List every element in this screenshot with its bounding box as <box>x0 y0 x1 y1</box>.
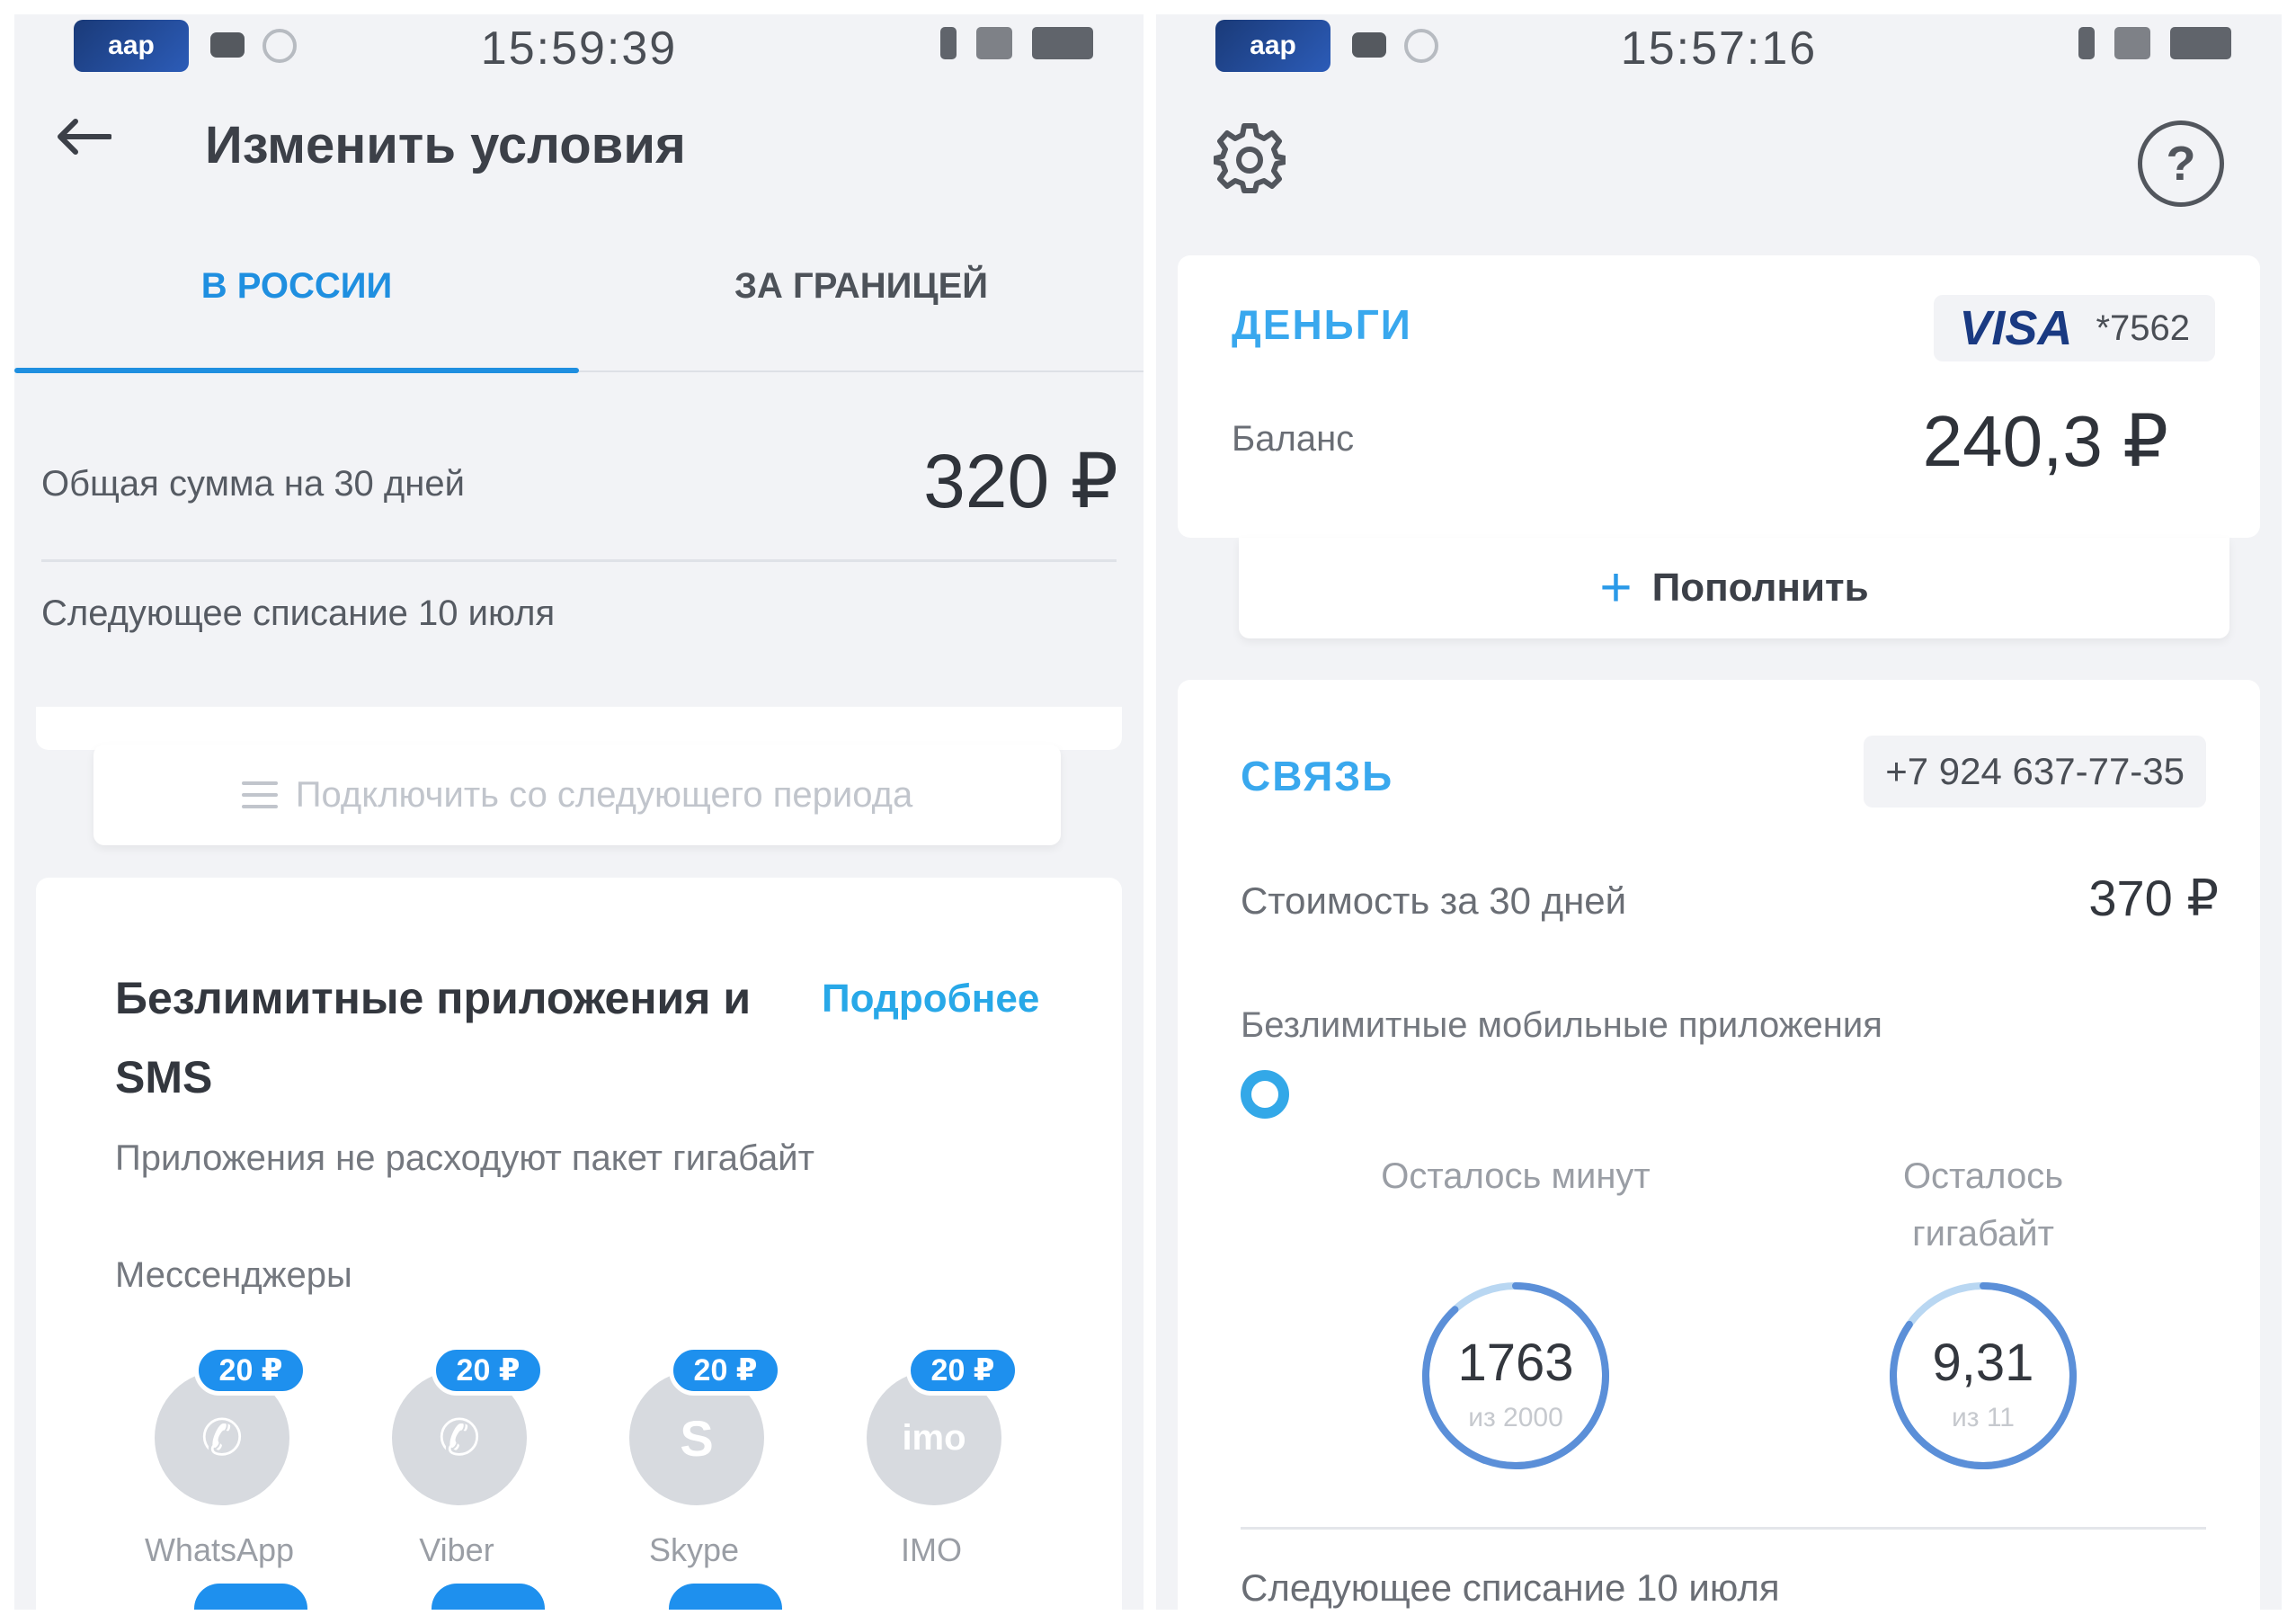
apps-card-title: Безлимитные приложения и SMS <box>115 973 752 1102</box>
battery-icon <box>2170 27 2231 59</box>
battery-icon <box>1032 27 1093 59</box>
app-whatsapp[interactable]: ✆ 20 ₽ WhatsApp <box>129 1327 307 1568</box>
payment-card-chip[interactable]: VISA *7562 <box>1934 295 2215 361</box>
next-charge-text: Следующее списание 10 июля <box>1241 1566 1780 1609</box>
price-badge: 20 ₽ <box>432 1345 545 1396</box>
status-bar: aap 15:59:39 <box>14 14 1144 79</box>
tab-abroad[interactable]: ЗА ГРАНИЦЕЙ <box>579 266 1144 307</box>
money-card: ДЕНЬГИ VISA *7562 Баланс 240,3 ₽ <box>1178 255 2260 538</box>
gear-icon[interactable] <box>1214 122 1286 194</box>
visa-logo: VISA <box>1959 301 2073 355</box>
gigabytes-label: Осталось гигабайт <box>1902 1156 2064 1254</box>
total-label: Общая сумма на 30 дней <box>41 464 465 504</box>
back-arrow-icon[interactable] <box>56 119 111 155</box>
page-title: Изменить условия <box>205 116 686 174</box>
connect-next-period-label: Подключить со следующего периода <box>295 774 913 815</box>
balance-value: 240,3 ₽ <box>1922 401 2168 481</box>
signal-icon <box>976 27 1012 59</box>
status-icons <box>2078 27 2231 59</box>
total-value: 320 ₽ <box>923 439 1118 523</box>
app-skype[interactable]: S 20 ₽ Skype <box>604 1327 782 1568</box>
app-header: Изменить условия <box>14 79 1144 187</box>
plus-icon: + <box>1599 557 1633 619</box>
price-badge-partial <box>669 1584 782 1610</box>
money-card-title: ДЕНЬГИ <box>1232 301 1412 348</box>
status-icons <box>940 27 1093 59</box>
card-number: *7562 <box>2096 308 2190 348</box>
next-charge-text: Следующее списание 10 июля <box>41 593 556 633</box>
app-name: Viber <box>419 1531 494 1568</box>
card-edge <box>36 707 1122 750</box>
connection-card: СВЯЗЬ +7 924 637-77-35 Стоимость за 30 д… <box>1178 680 2260 1610</box>
unlimited-apps-label: Безлимитные мобильные приложения <box>1241 1005 1882 1045</box>
minutes-label: Осталось минут <box>1381 1156 1651 1196</box>
left-phone-screen: aap 15:59:39 Изменить условия В РОССИИ З… <box>14 14 1144 1610</box>
list-icon <box>241 781 278 808</box>
bluetooth-icon <box>2078 27 2095 59</box>
divider <box>41 559 1117 562</box>
help-icon[interactable]: ? <box>2138 120 2224 207</box>
status-bar: aap 15:57:16 <box>1156 14 2282 79</box>
gigabytes-value: 9,31 <box>1932 1334 2034 1392</box>
minutes-total: из 2000 <box>1468 1403 1563 1432</box>
app-name: Skype <box>648 1531 740 1568</box>
bluetooth-icon <box>940 27 957 59</box>
unlimited-apps-indicator-icon <box>1241 1070 1289 1119</box>
tariff-summary: Общая сумма на 30 дней 320 ₽ Следующее с… <box>14 374 1144 698</box>
price-badge: 20 ₽ <box>906 1345 1019 1396</box>
more-link[interactable]: Подробнее <box>822 977 1039 1022</box>
phone-number[interactable]: +7 924 637-77-35 <box>1864 736 2206 808</box>
balance-label: Баланс <box>1232 419 1355 459</box>
top-up-button[interactable]: + Пополнить <box>1239 538 2229 638</box>
minutes-value: 1763 <box>1457 1334 1574 1392</box>
unlimited-apps-card: Безлимитные приложения и SMS Подробнее П… <box>36 878 1122 1610</box>
apps-description: Приложения не расходуют пакет гигабайт <box>115 1138 814 1178</box>
cost-label: Стоимость за 30 дней <box>1241 879 1627 922</box>
messengers-heading: Мессенджеры <box>115 1255 352 1295</box>
app-name: WhatsApp <box>144 1531 295 1568</box>
app-viber[interactable]: ✆ 20 ₽ Viber <box>367 1327 545 1568</box>
connect-next-period-button[interactable]: Подключить со следующего периода <box>93 745 1061 845</box>
gigabytes-total: из 11 <box>1952 1403 2015 1432</box>
price-badge-partial <box>194 1584 307 1610</box>
price-badge: 20 ₽ <box>194 1345 307 1396</box>
top-up-label: Пополнить <box>1651 566 1869 610</box>
tab-in-russia[interactable]: В РОССИИ <box>14 266 579 307</box>
price-badge: 20 ₽ <box>669 1345 782 1396</box>
cost-value: 370 ₽ <box>2088 870 2219 926</box>
active-tab-indicator <box>14 368 579 373</box>
price-badge-partial <box>432 1584 545 1610</box>
connection-card-title: СВЯЗЬ <box>1241 753 1394 799</box>
gigabytes-meter[interactable]: Осталось гигабайт 9,31 из 11 <box>1866 1147 2100 1507</box>
divider <box>1241 1527 2206 1530</box>
app-imo[interactable]: imo 20 ₽ IMO <box>841 1327 1019 1568</box>
right-phone-screen: aap 15:57:16 ? ДЕНЬГИ VISA *7562 Баланс … <box>1156 14 2282 1610</box>
signal-icon <box>2114 27 2150 59</box>
tab-bar: В РОССИИ ЗА ГРАНИЦЕЙ <box>14 239 1144 373</box>
app-name: IMO <box>901 1531 962 1568</box>
minutes-meter[interactable]: Осталось минут 1763 из 2000 <box>1381 1147 1651 1507</box>
